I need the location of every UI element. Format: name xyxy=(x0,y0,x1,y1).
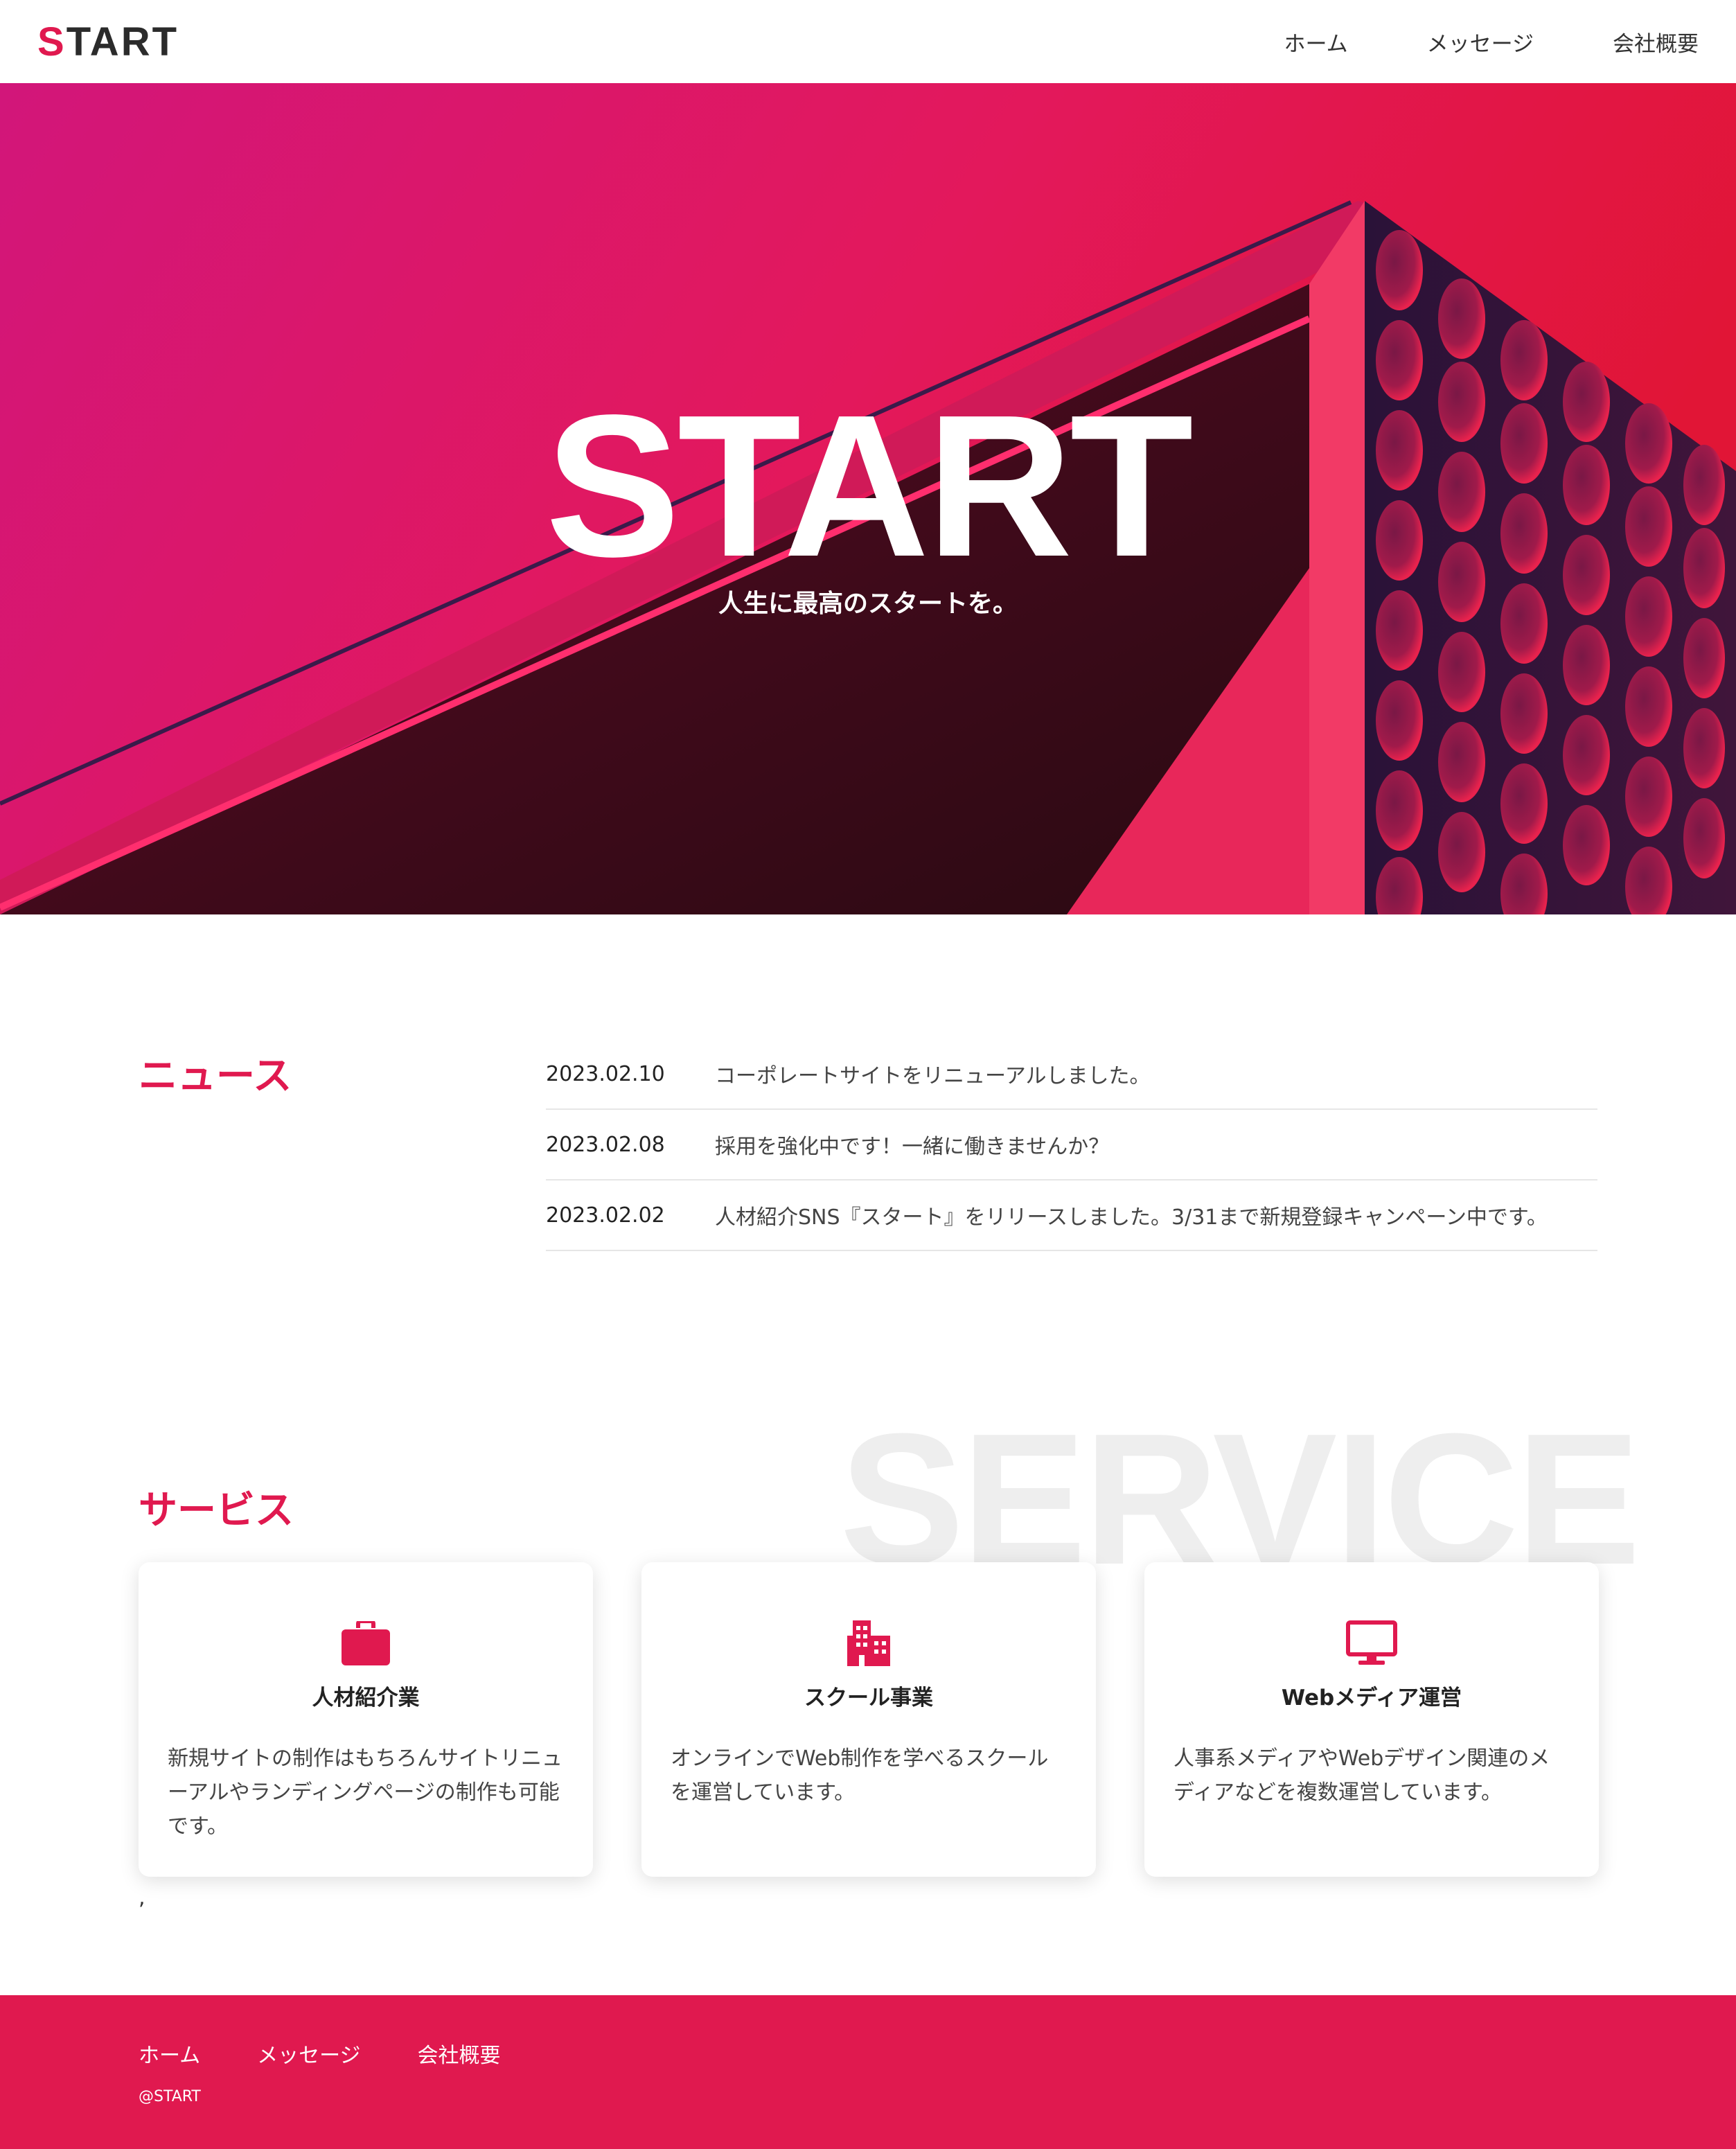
stray-comma: , xyxy=(139,1886,145,1910)
footer-link-home[interactable]: ホーム xyxy=(139,2038,200,2069)
site-header: S TART ホーム メッセージ 会社概要 xyxy=(0,0,1736,83)
footer-link-message[interactable]: メッセージ xyxy=(257,2038,360,2069)
news-date: 2023.02.10 xyxy=(546,1061,665,1086)
briefcase-icon xyxy=(168,1620,564,1666)
hero: START 人生に最高のスタートを。 xyxy=(0,83,1736,914)
service-card-title: スクール事業 xyxy=(804,1686,933,1710)
building-icon xyxy=(671,1620,1067,1666)
header-nav: ホーム メッセージ 会社概要 xyxy=(1284,26,1699,58)
news-text[interactable]: 採用を強化中です！一緒に働きませんか？ xyxy=(715,1129,1109,1160)
footer-nav: ホーム メッセージ 会社概要 xyxy=(139,2038,1597,2069)
nav-link-company[interactable]: 会社概要 xyxy=(1613,26,1699,58)
service-card-school[interactable]: スクール事業 オンラインでWeb制作を学べるスクールを運営しています。 xyxy=(641,1562,1096,1877)
copyright: @START xyxy=(139,2088,201,2105)
logo-letter-s: S xyxy=(37,19,67,64)
service-card-title: Webメディア運営 xyxy=(1281,1686,1462,1710)
service-card-description: 新規サイトの制作はもちろんサイトリニューアルやランディングページの制作も可能です… xyxy=(168,1746,563,1839)
service-card-description: 人事系メディアやWebデザイン関連のメディアなどを複数運営しています。 xyxy=(1173,1746,1550,1805)
news-date: 2023.02.02 xyxy=(546,1203,665,1228)
news-item[interactable]: 2023.02.10 コーポレートサイトをリニューアルしました。 xyxy=(546,1039,1597,1110)
service-cards: 人材紹介業 新規サイトの制作はもちろんサイトリニューアルやランディングページの制… xyxy=(139,1562,1599,1877)
news-heading: ニュース xyxy=(139,1054,292,1099)
nav-link-home[interactable]: ホーム xyxy=(1284,26,1348,58)
logo-text: TART xyxy=(66,19,179,64)
site-footer: ホーム メッセージ 会社概要 @START xyxy=(0,1995,1736,2149)
news-item[interactable]: 2023.02.08 採用を強化中です！一緒に働きませんか？ xyxy=(546,1110,1597,1180)
news-text[interactable]: 人材紹介SNS『スタート』をリリースしました。3/31まで新規登録キャンペーン中… xyxy=(715,1200,1548,1230)
nav-link-message[interactable]: メッセージ xyxy=(1427,26,1534,58)
service-card-recruitment[interactable]: 人材紹介業 新規サイトの制作はもちろんサイトリニューアルやランディングページの制… xyxy=(139,1562,593,1877)
service-heading: サービス xyxy=(139,1488,294,1533)
service-card-description: オンラインでWeb制作を学べるスクールを運営しています。 xyxy=(671,1746,1049,1805)
service-card-web-media[interactable]: Webメディア運営 人事系メディアやWebデザイン関連のメディアなどを複数運営し… xyxy=(1144,1562,1599,1877)
footer-link-company[interactable]: 会社概要 xyxy=(418,2038,501,2069)
site-logo[interactable]: S TART xyxy=(37,19,179,65)
news-item[interactable]: 2023.02.02 人材紹介SNS『スタート』をリリースしました。3/31まで… xyxy=(546,1180,1597,1251)
news-text[interactable]: コーポレートサイトをリニューアルしました。 xyxy=(715,1059,1151,1089)
hero-subtitle: 人生に最高のスタートを。 xyxy=(718,590,1018,618)
service-card-title: 人材紹介業 xyxy=(312,1686,420,1710)
news-list: 2023.02.10 コーポレートサイトをリニューアルしました。 2023.02… xyxy=(546,1039,1597,1251)
hero-title: START xyxy=(545,373,1194,599)
news-date: 2023.02.08 xyxy=(546,1132,665,1157)
monitor-icon xyxy=(1173,1620,1570,1666)
